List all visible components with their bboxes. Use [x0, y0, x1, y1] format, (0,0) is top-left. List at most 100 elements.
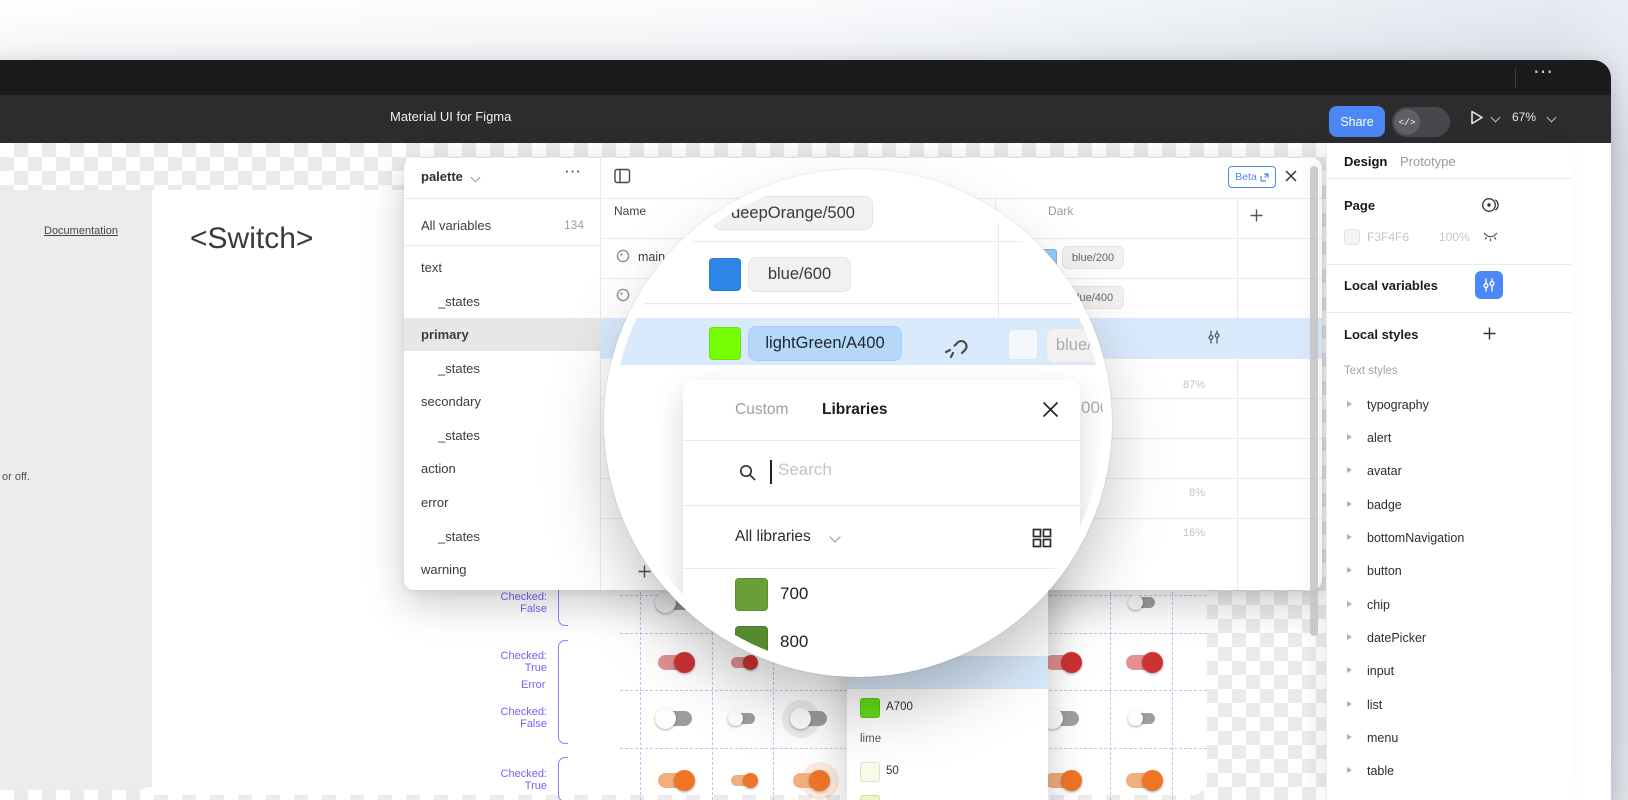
add-mode-icon[interactable] — [1250, 209, 1263, 222]
value-chip[interactable]: blue/200 — [1062, 246, 1124, 269]
expand-chevron-icon[interactable] — [1347, 767, 1352, 773]
library-item-800[interactable]: 800 — [780, 632, 808, 652]
expand-chevron-icon[interactable] — [1347, 567, 1352, 573]
variable-name-main[interactable]: main — [638, 250, 665, 264]
expand-chevron-icon[interactable] — [1347, 467, 1352, 473]
text-style-item[interactable]: chip — [1367, 598, 1390, 612]
switch-unchecked[interactable] — [1043, 708, 1081, 729]
tab-libraries[interactable]: Libraries — [822, 401, 887, 419]
share-button[interactable]: Share — [1329, 106, 1385, 137]
text-style-item[interactable]: typography — [1367, 398, 1429, 412]
apply-variable-icon[interactable] — [1481, 196, 1500, 214]
expand-chevron-icon[interactable] — [1347, 401, 1352, 407]
value-chip-disabled-magnified[interactable]: blue/50 — [1046, 328, 1103, 363]
sidebar-group-warning[interactable]: warning — [421, 562, 467, 577]
expand-chevron-icon[interactable] — [1347, 667, 1352, 673]
collection-dropdown[interactable]: palette — [421, 169, 463, 184]
expand-chevron-icon[interactable] — [1347, 634, 1352, 640]
sidebar-group-states[interactable]: _states — [438, 428, 480, 443]
beta-badge[interactable]: Beta — [1228, 166, 1276, 188]
switch-unchecked-hover[interactable] — [791, 708, 829, 729]
value-chip-selected-magnified[interactable]: lightGreen/A400 — [748, 326, 902, 361]
sidebar-group-secondary[interactable]: secondary — [421, 394, 481, 409]
collection-chevron-icon[interactable] — [471, 173, 481, 183]
create-variable-icon[interactable] — [638, 565, 651, 578]
visibility-hidden-eye-icon[interactable] — [1482, 228, 1499, 244]
expand-chevron-icon[interactable] — [1347, 434, 1352, 440]
zoom-level[interactable]: 67% — [1512, 110, 1536, 124]
page-bg-opacity[interactable]: 100% — [1439, 230, 1470, 244]
sidebar-group-states[interactable]: _states — [438, 529, 480, 544]
add-style-icon[interactable] — [1483, 327, 1496, 340]
sidebar-group-text[interactable]: text — [421, 260, 442, 275]
switch-error-checked[interactable] — [1124, 652, 1162, 673]
documentation-link[interactable]: Documentation — [44, 225, 118, 237]
sidebar-group-action[interactable]: action — [421, 461, 456, 476]
dropdown-item-a700[interactable]: A700 — [886, 701, 913, 713]
text-style-item[interactable]: input — [1367, 664, 1394, 678]
all-variables-item[interactable]: All variables — [421, 218, 491, 233]
close-modal-icon[interactable] — [1284, 169, 1298, 183]
switch-warning-checked-hover[interactable] — [791, 770, 829, 791]
swatch-lightgreen-a400[interactable] — [709, 327, 741, 360]
grid-view-icon[interactable] — [1032, 528, 1052, 548]
present-play-icon[interactable] — [1468, 109, 1485, 126]
switch-unchecked[interactable] — [729, 711, 757, 726]
search-input[interactable] — [776, 459, 980, 481]
dev-mode-toggle[interactable]: </> — [1392, 107, 1450, 137]
sidebar-group-states[interactable]: _states — [438, 294, 480, 309]
text-style-item[interactable]: avatar — [1367, 464, 1402, 478]
window-menu-button[interactable]: ⋯ — [1533, 59, 1553, 84]
modal-scrollbar[interactable] — [1310, 166, 1318, 636]
switch-unchecked[interactable] — [656, 708, 694, 729]
text-style-item[interactable]: bottomNavigation — [1367, 531, 1464, 545]
text-style-item[interactable]: button — [1367, 564, 1402, 578]
swatch-blue-600[interactable] — [709, 258, 741, 291]
text-style-item[interactable]: table — [1367, 764, 1394, 778]
switch-warning-checked[interactable] — [729, 773, 757, 788]
swatch-lightgreen-a700 — [860, 698, 880, 718]
libraries-chevron-icon[interactable] — [829, 531, 840, 542]
swatch-blue-50[interactable] — [1008, 329, 1038, 360]
text-style-item[interactable]: datePicker — [1367, 631, 1426, 645]
library-item-700[interactable]: 700 — [780, 584, 808, 604]
tab-custom[interactable]: Custom — [735, 401, 788, 419]
text-style-item[interactable]: list — [1367, 698, 1382, 712]
collection-menu-button[interactable]: ⋯ — [564, 162, 581, 182]
dropdown-item-50[interactable]: 50 — [886, 765, 899, 777]
switch-unchecked[interactable] — [1129, 711, 1157, 726]
text-style-item[interactable]: badge — [1367, 498, 1402, 512]
toggle-sidebar-icon[interactable] — [614, 168, 631, 184]
value-chip-magnified[interactable]: deepOrange/500 — [713, 196, 873, 230]
color-variable-icon — [616, 288, 630, 302]
tab-design[interactable]: Design — [1344, 154, 1387, 169]
swatch-lightgreen-800 — [735, 626, 768, 659]
switch-unchecked[interactable] — [1129, 595, 1157, 610]
annotation-bracket — [558, 640, 568, 744]
file-title[interactable]: Material UI for Figma — [390, 109, 511, 124]
text-style-item[interactable]: alert — [1367, 431, 1391, 445]
value-chip-magnified[interactable]: blue/600 — [748, 257, 851, 292]
page-bg-hex[interactable]: F3F4F6 — [1367, 230, 1409, 244]
switch-warning-checked[interactable] — [656, 770, 694, 791]
row-settings-sliders-icon[interactable] — [1206, 329, 1222, 345]
sidebar-group-states[interactable]: _states — [438, 361, 480, 376]
expand-chevron-icon[interactable] — [1347, 534, 1352, 540]
checked-state-label: Checked: True — [477, 768, 547, 792]
close-dialog-icon[interactable] — [1041, 400, 1060, 419]
sidebar-group-primary[interactable]: primary — [421, 327, 469, 342]
expand-chevron-icon[interactable] — [1347, 734, 1352, 740]
switch-warning-checked[interactable] — [1124, 770, 1162, 791]
detach-variable-icon[interactable] — [942, 331, 972, 361]
expand-chevron-icon[interactable] — [1347, 601, 1352, 607]
switch-warning-checked[interactable] — [1043, 770, 1081, 791]
expand-chevron-icon[interactable] — [1347, 701, 1352, 707]
sidebar-group-error[interactable]: error — [421, 495, 448, 510]
all-libraries-dropdown[interactable]: All libraries — [735, 528, 811, 546]
expand-chevron-icon[interactable] — [1347, 501, 1352, 507]
documentation-card — [0, 190, 152, 790]
text-style-item[interactable]: menu — [1367, 731, 1398, 745]
open-variables-button[interactable] — [1475, 271, 1503, 299]
tab-prototype[interactable]: Prototype — [1400, 154, 1456, 169]
page-bg-swatch[interactable] — [1344, 229, 1360, 245]
